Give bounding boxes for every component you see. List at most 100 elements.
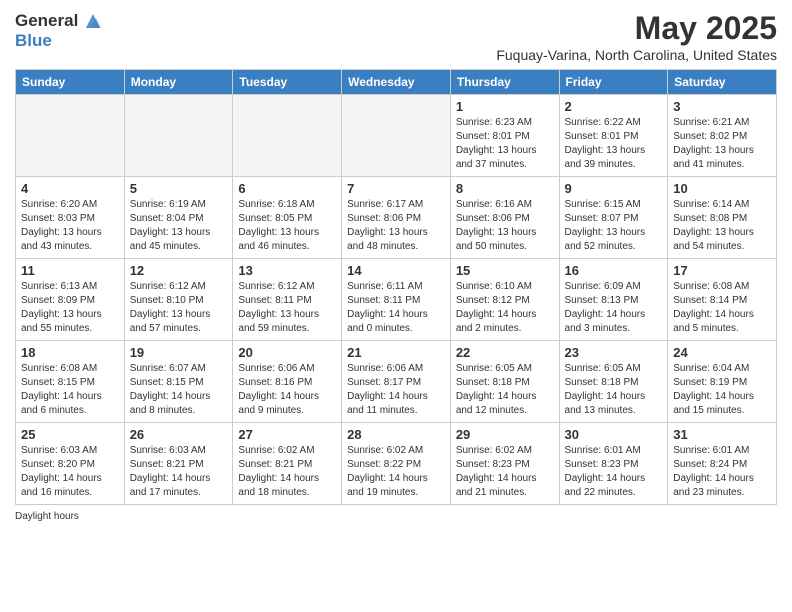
day-cell: 21 Sunrise: 6:06 AM Sunset: 8:17 PM Dayli… bbox=[342, 341, 451, 423]
day-info: Sunrise: 6:02 AM Sunset: 8:21 PM Dayligh… bbox=[238, 444, 336, 500]
day-cell: 5Sunrise: 6:19 AM Sunset: 8:04 PM Daylig… bbox=[124, 177, 233, 259]
day-number: 21 bbox=[347, 345, 445, 360]
day-info: Sunrise: 6:05 AM Sunset: 8:18 PM Dayligh… bbox=[565, 362, 663, 418]
day-cell: 6 Sunrise: 6:18 AM Sunset: 8:05 PM Daylig… bbox=[233, 177, 342, 259]
day-number: 6 bbox=[238, 181, 336, 196]
day-cell: 25 Sunrise: 6:03 AM Sunset: 8:20 PM Dayli… bbox=[16, 423, 125, 505]
day-cell: 23 Sunrise: 6:05 AM Sunset: 8:18 PM Dayli… bbox=[559, 341, 668, 423]
day-info: Sunrise: 6:08 AM Sunset: 8:14 PM Dayligh… bbox=[673, 280, 771, 336]
day-number: 16 bbox=[565, 263, 663, 278]
day-info: Sunrise: 6:12 AM Sunset: 8:10 PM Dayligh… bbox=[130, 280, 228, 336]
day-info: Sunrise: 6:10 AM Sunset: 8:12 PM Dayligh… bbox=[456, 280, 554, 336]
col-header-tuesday: Tuesday bbox=[233, 70, 342, 95]
day-info: Sunrise: 6:08 AM Sunset: 8:15 PM Dayligh… bbox=[21, 362, 119, 418]
day-number: 23 bbox=[565, 345, 663, 360]
day-number: 27 bbox=[238, 427, 336, 442]
day-cell: 30 Sunrise: 6:01 AM Sunset: 8:23 PM Dayli… bbox=[559, 423, 668, 505]
col-header-monday: Monday bbox=[124, 70, 233, 95]
day-number: 10 bbox=[673, 181, 771, 196]
day-number: 7 bbox=[347, 181, 445, 196]
day-number: 9 bbox=[565, 181, 663, 196]
col-header-wednesday: Wednesday bbox=[342, 70, 451, 95]
day-number: 1 bbox=[456, 99, 554, 114]
logo-icon bbox=[82, 10, 104, 32]
day-cell: 28 Sunrise: 6:02 AM Sunset: 8:22 PM Dayli… bbox=[342, 423, 451, 505]
day-cell bbox=[233, 95, 342, 177]
week-row-2: 4 Sunrise: 6:20 AM Sunset: 8:03 PM Daylig… bbox=[16, 177, 777, 259]
day-info: Sunrise: 6:23 AM Sunset: 8:01 PM Dayligh… bbox=[456, 116, 554, 172]
day-info: Sunrise: 6:15 AM Sunset: 8:07 PM Dayligh… bbox=[565, 198, 663, 254]
day-number: 30 bbox=[565, 427, 663, 442]
day-cell: 13 Sunrise: 6:12 AM Sunset: 8:11 PM Dayli… bbox=[233, 259, 342, 341]
day-cell: 29 Sunrise: 6:02 AM Sunset: 8:23 PM Dayli… bbox=[450, 423, 559, 505]
week-row-3: 11Sunrise: 6:13 AM Sunset: 8:09 PM Dayli… bbox=[16, 259, 777, 341]
day-info: Sunrise: 6:07 AM Sunset: 8:15 PM Dayligh… bbox=[130, 362, 228, 418]
day-number: 22 bbox=[456, 345, 554, 360]
day-info: Sunrise: 6:17 AM Sunset: 8:06 PM Dayligh… bbox=[347, 198, 445, 254]
day-cell bbox=[16, 95, 125, 177]
day-info: Sunrise: 6:22 AM Sunset: 8:01 PM Dayligh… bbox=[565, 116, 663, 172]
day-info: Sunrise: 6:03 AM Sunset: 8:21 PM Dayligh… bbox=[130, 444, 228, 500]
day-info: Sunrise: 6:19 AM Sunset: 8:04 PM Dayligh… bbox=[130, 198, 228, 254]
day-cell: 24 Sunrise: 6:04 AM Sunset: 8:19 PM Dayli… bbox=[668, 341, 777, 423]
day-cell: 3Sunrise: 6:21 AM Sunset: 8:02 PM Daylig… bbox=[668, 95, 777, 177]
calendar-table: SundayMondayTuesdayWednesdayThursdayFrid… bbox=[15, 69, 777, 505]
day-info: Sunrise: 6:02 AM Sunset: 8:23 PM Dayligh… bbox=[456, 444, 554, 500]
day-cell: 9 Sunrise: 6:15 AM Sunset: 8:07 PM Daylig… bbox=[559, 177, 668, 259]
title-area: May 2025 Fuquay-Varina, North Carolina, … bbox=[496, 10, 777, 63]
day-number: 3 bbox=[673, 99, 771, 114]
day-number: 17 bbox=[673, 263, 771, 278]
day-cell: 10 Sunrise: 6:14 AM Sunset: 8:08 PM Dayli… bbox=[668, 177, 777, 259]
day-info: Sunrise: 6:01 AM Sunset: 8:23 PM Dayligh… bbox=[565, 444, 663, 500]
day-info: Sunrise: 6:18 AM Sunset: 8:05 PM Dayligh… bbox=[238, 198, 336, 254]
day-info: Sunrise: 6:20 AM Sunset: 8:03 PM Dayligh… bbox=[21, 198, 119, 254]
day-cell bbox=[342, 95, 451, 177]
day-cell: 7 Sunrise: 6:17 AM Sunset: 8:06 PM Daylig… bbox=[342, 177, 451, 259]
day-number: 24 bbox=[673, 345, 771, 360]
day-info: Sunrise: 6:06 AM Sunset: 8:17 PM Dayligh… bbox=[347, 362, 445, 418]
day-cell: 8 Sunrise: 6:16 AM Sunset: 8:06 PM Daylig… bbox=[450, 177, 559, 259]
day-number: 4 bbox=[21, 181, 119, 196]
day-cell: 12Sunrise: 6:12 AM Sunset: 8:10 PM Dayli… bbox=[124, 259, 233, 341]
col-header-friday: Friday bbox=[559, 70, 668, 95]
main-title: May 2025 bbox=[496, 10, 777, 47]
day-cell: 1 Sunrise: 6:23 AM Sunset: 8:01 PM Daylig… bbox=[450, 95, 559, 177]
day-cell: 16 Sunrise: 6:09 AM Sunset: 8:13 PM Dayli… bbox=[559, 259, 668, 341]
day-cell: 17 Sunrise: 6:08 AM Sunset: 8:14 PM Dayli… bbox=[668, 259, 777, 341]
week-row-5: 25 Sunrise: 6:03 AM Sunset: 8:20 PM Dayli… bbox=[16, 423, 777, 505]
day-number: 8 bbox=[456, 181, 554, 196]
day-info: Sunrise: 6:02 AM Sunset: 8:22 PM Dayligh… bbox=[347, 444, 445, 500]
day-cell: 14Sunrise: 6:11 AM Sunset: 8:11 PM Dayli… bbox=[342, 259, 451, 341]
day-number: 29 bbox=[456, 427, 554, 442]
day-info: Sunrise: 6:14 AM Sunset: 8:08 PM Dayligh… bbox=[673, 198, 771, 254]
day-number: 28 bbox=[347, 427, 445, 442]
day-cell: 4 Sunrise: 6:20 AM Sunset: 8:03 PM Daylig… bbox=[16, 177, 125, 259]
day-number: 25 bbox=[21, 427, 119, 442]
day-cell: 20Sunrise: 6:06 AM Sunset: 8:16 PM Dayli… bbox=[233, 341, 342, 423]
day-number: 18 bbox=[21, 345, 119, 360]
day-number: 19 bbox=[130, 345, 228, 360]
calendar-body: 1 Sunrise: 6:23 AM Sunset: 8:01 PM Daylig… bbox=[16, 95, 777, 505]
col-header-sunday: Sunday bbox=[16, 70, 125, 95]
day-number: 2 bbox=[565, 99, 663, 114]
footer: Daylight hours bbox=[15, 511, 777, 522]
logo-text: General bbox=[15, 12, 78, 31]
day-cell bbox=[124, 95, 233, 177]
col-header-saturday: Saturday bbox=[668, 70, 777, 95]
day-info: Sunrise: 6:11 AM Sunset: 8:11 PM Dayligh… bbox=[347, 280, 445, 336]
day-info: Sunrise: 6:04 AM Sunset: 8:19 PM Dayligh… bbox=[673, 362, 771, 418]
day-number: 13 bbox=[238, 263, 336, 278]
day-number: 20 bbox=[238, 345, 336, 360]
day-cell: 19 Sunrise: 6:07 AM Sunset: 8:15 PM Dayli… bbox=[124, 341, 233, 423]
day-info: Sunrise: 6:03 AM Sunset: 8:20 PM Dayligh… bbox=[21, 444, 119, 500]
calendar-header-row: SundayMondayTuesdayWednesdayThursdayFrid… bbox=[16, 70, 777, 95]
day-number: 11 bbox=[21, 263, 119, 278]
day-info: Sunrise: 6:16 AM Sunset: 8:06 PM Dayligh… bbox=[456, 198, 554, 254]
day-cell: 27 Sunrise: 6:02 AM Sunset: 8:21 PM Dayli… bbox=[233, 423, 342, 505]
week-row-4: 18 Sunrise: 6:08 AM Sunset: 8:15 PM Dayli… bbox=[16, 341, 777, 423]
week-row-1: 1 Sunrise: 6:23 AM Sunset: 8:01 PM Daylig… bbox=[16, 95, 777, 177]
day-cell: 18 Sunrise: 6:08 AM Sunset: 8:15 PM Dayli… bbox=[16, 341, 125, 423]
day-info: Sunrise: 6:09 AM Sunset: 8:13 PM Dayligh… bbox=[565, 280, 663, 336]
day-info: Sunrise: 6:01 AM Sunset: 8:24 PM Dayligh… bbox=[673, 444, 771, 500]
day-info: Sunrise: 6:12 AM Sunset: 8:11 PM Dayligh… bbox=[238, 280, 336, 336]
